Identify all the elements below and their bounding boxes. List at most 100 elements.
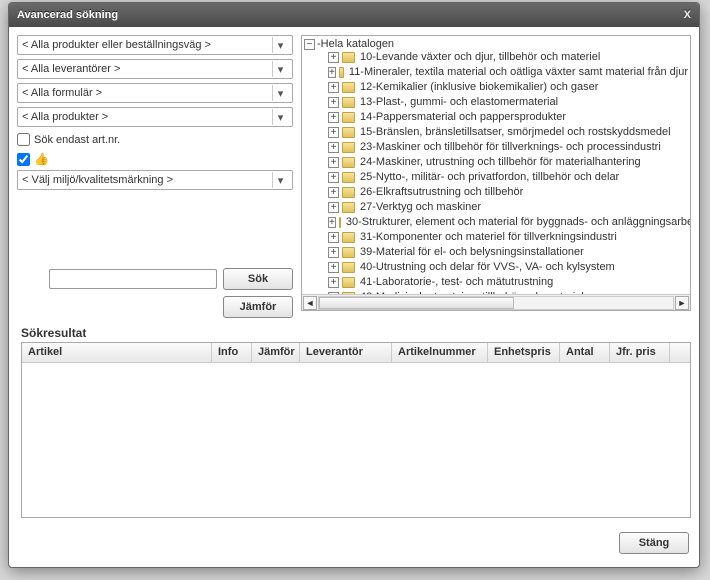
expand-icon[interactable]: + [328, 187, 339, 198]
close-button[interactable]: Stäng [619, 532, 689, 554]
folder-icon [342, 277, 355, 288]
folder-icon [342, 172, 355, 183]
folder-icon [342, 247, 355, 258]
dialog-footer: Stäng [9, 526, 699, 562]
expand-icon[interactable]: + [328, 157, 339, 168]
advanced-search-dialog: Avancerad sökning X < Alla produkter ell… [8, 2, 700, 568]
thumb-checkbox-row[interactable]: 👍 [17, 152, 293, 166]
only-partnumber-checkbox-row[interactable]: Sök endast art.nr. [17, 133, 293, 146]
expand-icon[interactable]: + [328, 82, 339, 93]
tree-node[interactable]: +24-Maskiner, utrustning och tillbehör f… [328, 155, 688, 170]
expand-icon[interactable]: + [328, 172, 339, 183]
tree-node-label: 41-Laboratorie-, test- och mätutrustning [360, 275, 553, 290]
folder-icon [339, 217, 341, 228]
column-header[interactable]: Enhetspris [488, 343, 560, 362]
grid-header: ArtikelInfoJämförLeverantörArtikelnummer… [22, 343, 690, 363]
folder-icon [342, 262, 355, 273]
folder-icon [339, 67, 344, 78]
expand-icon[interactable]: + [328, 202, 339, 213]
results-heading: Sökresultat [9, 326, 699, 342]
tree-node[interactable]: +23-Maskiner och tillbehör för tillverkn… [328, 140, 688, 155]
titlebar[interactable]: Avancerad sökning X [9, 3, 699, 27]
column-header[interactable]: Jfr. pris [610, 343, 670, 362]
tree-node-label: 13-Plast-, gummi- och elastomermaterial [360, 95, 558, 110]
folder-icon [342, 202, 355, 213]
tree-root-label: -Hela katalogen [317, 38, 394, 50]
tree-node-label: 24-Maskiner, utrustning och tillbehör fö… [360, 155, 641, 170]
products-or-orderway-select[interactable]: < Alla produkter eller beställningsväg >… [17, 35, 293, 55]
compare-button[interactable]: Jämför [223, 296, 293, 318]
column-header[interactable]: Jämför [252, 343, 300, 362]
collapse-icon[interactable]: − [304, 39, 315, 50]
expand-icon[interactable]: + [328, 67, 336, 78]
tree-node[interactable]: +10-Levande växter och djur, tillbehör o… [328, 50, 688, 65]
chevron-down-icon: ▾ [272, 37, 288, 53]
tree-node-label: 25-Nytto-, militär- och privatfordon, ti… [360, 170, 619, 185]
tree-node[interactable]: +11-Mineraler, textila material och oätl… [328, 65, 688, 80]
tree-node-label: 39-Material för el- och belysningsinstal… [360, 245, 584, 260]
expand-icon[interactable]: + [328, 52, 339, 63]
column-header[interactable]: Artikelnummer [392, 343, 488, 362]
scroll-thumb[interactable] [319, 297, 514, 309]
content-area: < Alla produkter eller beställningsväg >… [9, 27, 699, 326]
forms-select[interactable]: < Alla formulär > ▾ [17, 83, 293, 103]
column-header[interactable]: Leverantör [300, 343, 392, 362]
close-icon[interactable]: X [684, 9, 691, 21]
expand-icon[interactable]: + [328, 127, 339, 138]
expand-icon[interactable]: + [328, 247, 339, 258]
dropdown-label: < Alla leverantörer > [22, 63, 268, 75]
chevron-down-icon: ▾ [272, 61, 288, 77]
scroll-right-icon[interactable]: ► [675, 296, 689, 310]
search-button[interactable]: Sök [223, 268, 293, 290]
folder-icon [342, 232, 355, 243]
dropdown-label: < Alla produkter eller beställningsväg > [22, 39, 268, 51]
tree-node[interactable]: +26-Elkraftsutrustning och tillbehör [328, 185, 688, 200]
tree-node[interactable]: +13-Plast-, gummi- och elastomermaterial [328, 95, 688, 110]
chevron-down-icon: ▾ [272, 172, 288, 188]
expand-icon[interactable]: + [328, 97, 339, 108]
expand-icon[interactable]: + [328, 277, 339, 288]
tree-node[interactable]: +31-Komponenter och materiel för tillver… [328, 230, 688, 245]
products-select[interactable]: < Alla produkter > ▾ [17, 107, 293, 127]
tree-node[interactable]: +41-Laboratorie-, test- och mätutrustnin… [328, 275, 688, 290]
expand-icon[interactable]: + [328, 112, 339, 123]
scroll-track[interactable] [318, 296, 674, 310]
tree-node-label: 14-Pappersmaterial och pappersprodukter [360, 110, 566, 125]
dropdown-label: < Alla produkter > [22, 111, 268, 123]
eco-quality-select[interactable]: < Välj miljö/kvalitetsmärkning > ▾ [17, 170, 293, 190]
scroll-left-icon[interactable]: ◄ [303, 296, 317, 310]
search-input[interactable] [49, 269, 217, 289]
tree-node-label: 23-Maskiner och tillbehör för tillverkni… [360, 140, 661, 155]
column-header[interactable]: Antal [560, 343, 610, 362]
tree-node[interactable]: +25-Nytto-, militär- och privatfordon, t… [328, 170, 688, 185]
tree-node[interactable]: +15-Bränslen, bränsletillsatser, smörjme… [328, 125, 688, 140]
column-header[interactable]: Info [212, 343, 252, 362]
column-header[interactable]: Artikel [22, 343, 212, 362]
search-controls: Sök Jämför [17, 268, 293, 318]
folder-icon [342, 127, 355, 138]
tree-node[interactable]: +12-Kemikalier (inklusive biokemikalier)… [328, 80, 688, 95]
tree-node-label: 11-Mineraler, textila material och oätli… [349, 65, 688, 80]
tree-node[interactable]: +14-Pappersmaterial och pappersprodukter [328, 110, 688, 125]
expand-icon[interactable]: + [328, 262, 339, 273]
filters-panel: < Alla produkter eller beställningsväg >… [17, 35, 293, 318]
category-tree[interactable]: − -Hela katalogen +10-Levande växter och… [302, 36, 690, 294]
folder-icon [342, 52, 355, 63]
dropdown-label: < Alla formulär > [22, 87, 268, 99]
tree-root[interactable]: − -Hela katalogen [304, 38, 688, 50]
tree-node-label: 10-Levande växter och djur, tillbehör oc… [360, 50, 600, 65]
only-partnumber-checkbox[interactable] [17, 133, 30, 146]
tree-node[interactable]: +39-Material för el- och belysningsinsta… [328, 245, 688, 260]
tree-node[interactable]: +27-Verktyg och maskiner [328, 200, 688, 215]
tree-node[interactable]: +40-Utrustning och delar för VVS-, VA- o… [328, 260, 688, 275]
tree-node[interactable]: +30-Strukturer, element och material för… [328, 215, 688, 230]
grid-body [22, 363, 690, 517]
thumbs-up-icon: 👍 [34, 152, 49, 166]
suppliers-select[interactable]: < Alla leverantörer > ▾ [17, 59, 293, 79]
expand-icon[interactable]: + [328, 217, 336, 228]
results-grid: ArtikelInfoJämförLeverantörArtikelnummer… [21, 342, 691, 518]
horizontal-scrollbar[interactable]: ◄ ► [302, 294, 690, 310]
thumb-checkbox[interactable] [17, 153, 30, 166]
expand-icon[interactable]: + [328, 232, 339, 243]
expand-icon[interactable]: + [328, 142, 339, 153]
